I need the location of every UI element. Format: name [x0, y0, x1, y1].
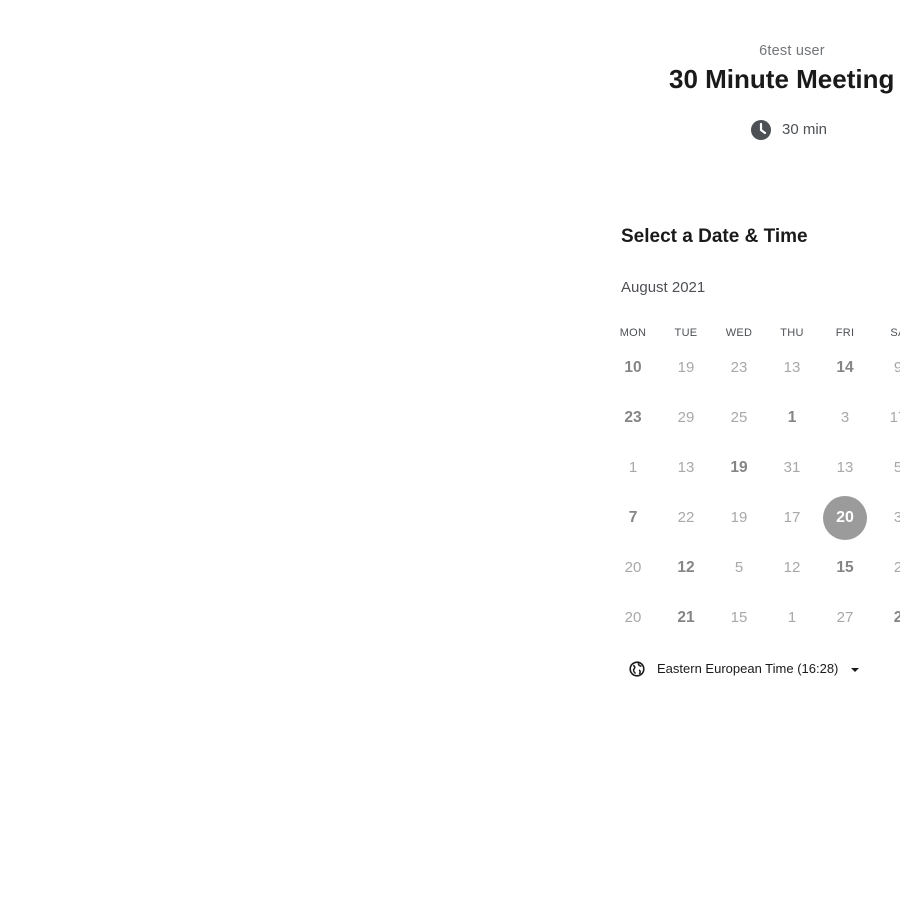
calendar-day: 31: [783, 459, 801, 476]
calendar-day: 3: [840, 409, 850, 426]
calendar-day: 13: [677, 459, 695, 476]
calendar-day: 29: [677, 409, 695, 426]
calendar-day-available[interactable]: 12: [664, 546, 708, 590]
calendar-day: 22: [677, 509, 695, 526]
calendar-day-available[interactable]: 19: [717, 446, 761, 490]
section-title: Select a Date & Time: [621, 226, 808, 247]
calendar-day: 5: [893, 459, 900, 476]
calendar-day: 13: [836, 459, 854, 476]
calendar-day: 17: [783, 509, 801, 526]
calendar-day: 1: [628, 459, 638, 476]
calendar-day: 5: [734, 559, 744, 576]
calendar-day: 19: [730, 509, 748, 526]
weekday-label: SA: [890, 327, 900, 339]
calendar-day: 19: [677, 359, 695, 376]
host-name: 6test user: [759, 43, 825, 59]
calendar-day-available[interactable]: 7: [611, 496, 655, 540]
calendar-day: 1: [787, 609, 797, 626]
calendar-day-available[interactable]: 2: [876, 596, 900, 640]
calendar-day-selected[interactable]: 20: [823, 496, 867, 540]
weekday-label: MON: [619, 327, 647, 339]
caret-down-icon: [851, 668, 859, 672]
calendar-day-available[interactable]: 23: [611, 396, 655, 440]
calendar-day: 2: [893, 559, 900, 576]
calendar-day: 23: [730, 359, 748, 376]
calendar-day-available[interactable]: 15: [823, 546, 867, 590]
weekday-label: FRI: [835, 327, 855, 339]
calendar-day: 3: [893, 509, 900, 526]
calendar-day: 25: [730, 409, 748, 426]
calendar-day-available[interactable]: 21: [664, 596, 708, 640]
weekday-label: WED: [725, 327, 753, 339]
timezone-label: Eastern European Time (16:28): [657, 661, 839, 676]
weekday-label: TUE: [674, 327, 698, 339]
clock-icon: [751, 120, 771, 140]
month-label: August 2021: [621, 279, 706, 296]
calendar-day: 17: [889, 409, 900, 426]
weekday-label: THU: [780, 327, 804, 339]
calendar-day: 13: [783, 359, 801, 376]
calendar-day: 20: [624, 609, 642, 626]
calendar-day-available[interactable]: 10: [611, 346, 655, 390]
globe-icon: [629, 661, 645, 677]
calendar-day-available[interactable]: 1: [770, 396, 814, 440]
event-title: 30 Minute Meeting: [669, 64, 895, 94]
calendar-day: 9: [893, 359, 900, 376]
duration-label: 30 min: [782, 121, 828, 138]
calendar-day: 15: [730, 609, 748, 626]
calendar-day-available[interactable]: 14: [823, 346, 867, 390]
calendar-day: 20: [624, 559, 642, 576]
calendar-day: 27: [836, 609, 854, 626]
event-header: 6test user 30 Minute Meeting 30 min: [0, 0, 900, 160]
calendar-day: 12: [783, 559, 801, 576]
